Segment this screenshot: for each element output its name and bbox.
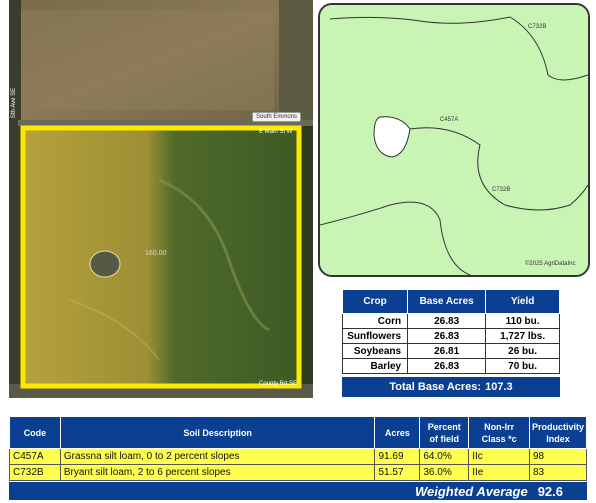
crop-row: Corn 26.83 110 bu. [341, 313, 560, 329]
crop-yield: 26 bu. [485, 343, 560, 359]
soil-table-header: Code Soil Description Acres Percent of f… [9, 416, 588, 449]
weighted-average-value: 92.6 [537, 483, 563, 499]
map-copyright: ©2025 AgriDataInc [525, 261, 576, 267]
header-yield: Yield [485, 289, 560, 314]
weighted-average-label: Weighted Average [414, 483, 528, 499]
header-prod-line1: Productivity [531, 421, 584, 432]
crop-name: Barley [341, 358, 409, 374]
header-crop: Crop [341, 289, 409, 314]
crop-row: Soybeans 26.81 26 bu. [341, 343, 560, 359]
soil-index: 83 [528, 464, 588, 481]
aerial-field-image: Sth Ave SE South Emmons E Main St W Coun… [9, 0, 313, 398]
road-label-north: South Emmons [252, 112, 302, 122]
crop-base-acres: 26.83 [407, 313, 487, 329]
header-productivity-index: Productivity Index [528, 416, 588, 449]
crop-row: Sunflowers 26.83 1,727 lbs. [341, 328, 560, 344]
soil-map-label: C732B [492, 187, 511, 193]
soil-percent: 64.0% [419, 448, 470, 465]
crop-yield: 70 bu. [485, 358, 560, 374]
crop-row: Barley 26.83 70 bu. [341, 358, 560, 374]
road-label-mid: E Main St W [259, 129, 293, 135]
soil-description: Grassna silt loam, 0 to 2 percent slopes [59, 448, 376, 465]
header-percent-line2: of field [429, 433, 460, 444]
road-label-south: County Rd SE [259, 381, 298, 387]
crop-base-acres: 26.83 [407, 328, 487, 344]
soil-acres: 51.57 [374, 464, 421, 481]
header-base-acres: Base Acres [407, 289, 487, 314]
road-label-west: Sth Ave SE [11, 87, 18, 119]
crop-total-bar: Total Base Acres: 107.3 [342, 377, 560, 397]
soil-description: Bryant silt loam, 2 to 6 percent slopes [59, 464, 376, 481]
soil-row: C457A Grassna silt loam, 0 to 2 percent … [9, 448, 588, 465]
crop-name: Corn [341, 313, 409, 329]
soil-map-label: C732B [528, 24, 547, 30]
header-class-line2: Class *c [481, 433, 517, 444]
header-code: Code [9, 416, 61, 449]
header-percent-of-field: Percent of field [419, 416, 470, 449]
crop-base-acres: 26.83 [407, 358, 487, 374]
crop-yield: 1,727 lbs. [485, 328, 560, 344]
header-prod-line2: Index [546, 433, 570, 444]
header-soil-description: Soil Description [59, 416, 376, 449]
soil-index: 98 [528, 448, 588, 465]
header-class-line1: Non-Irr [484, 421, 515, 432]
crop-yield: 110 bu. [485, 313, 560, 329]
soil-acres: 91.69 [374, 448, 421, 465]
soil-code: C732B [9, 464, 61, 481]
weighted-average-bar: Weighted Average 92.6 [9, 482, 587, 500]
total-base-acres-value: 107.3 [485, 381, 513, 393]
header-acres: Acres [374, 416, 421, 449]
crop-name: Soybeans [341, 343, 409, 359]
soil-table: Code Soil Description Acres Percent of f… [9, 416, 588, 481]
header-non-irr-class: Non-Irr Class *c [468, 416, 530, 449]
crop-table: Crop Base Acres Yield Corn 26.83 110 bu.… [341, 289, 560, 374]
crop-base-acres: 26.81 [407, 343, 487, 359]
crop-name: Sunflowers [341, 328, 409, 344]
soil-percent: 36.0% [419, 464, 470, 481]
soil-map-label: C457A [440, 117, 459, 123]
soil-row: C732B Bryant silt loam, 2 to 6 percent s… [9, 464, 588, 481]
field-acres-label: 160.00 [145, 250, 167, 257]
crop-table-header: Crop Base Acres Yield [341, 289, 560, 314]
soil-class: IIe [468, 464, 530, 481]
header-percent-line1: Percent [427, 421, 461, 432]
soil-class: IIc [468, 448, 530, 465]
total-base-acres-label: Total Base Acres: [389, 381, 482, 393]
soil-code: C457A [9, 448, 61, 465]
soil-map-panel: C732B C457A C732B ©2025 AgriDataInc [318, 3, 590, 277]
